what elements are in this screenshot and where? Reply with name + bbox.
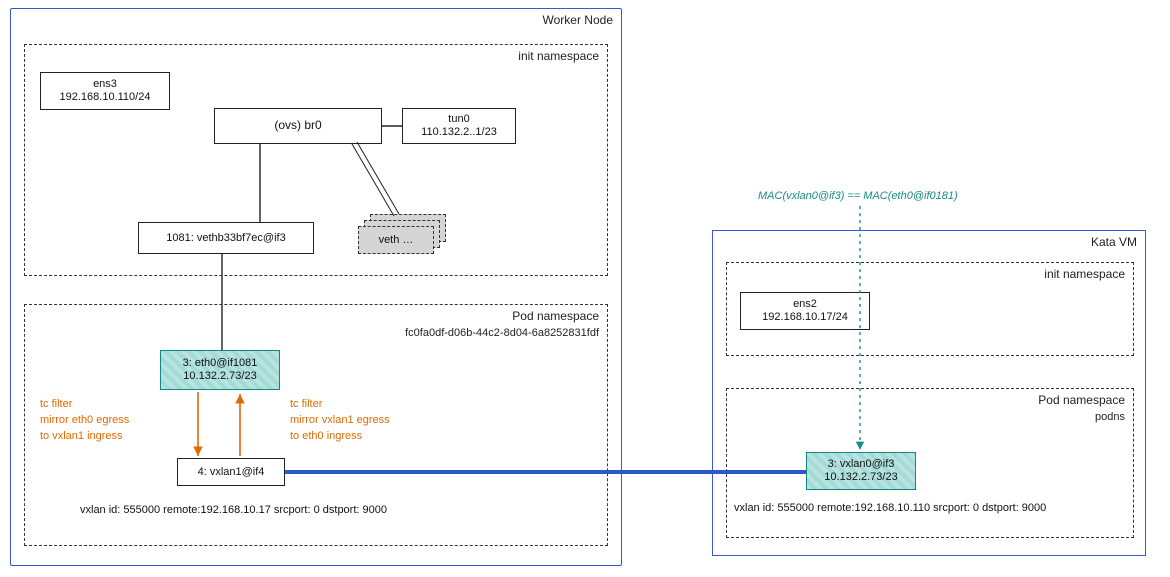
pod-vxlan1: 4: vxlan1@if4 [177, 458, 285, 486]
vethpair-1081-name: 1081: vethb33bf7ec@if3 [166, 232, 285, 245]
tc-left-l3: to vxlan1 ingress [40, 430, 123, 442]
kata-vxlan0-line1: 3: vxlan0@if3 [828, 458, 895, 471]
pod-eth0-line2: 10.132.2.73/23 [183, 370, 256, 383]
pod-eth0: 3: eth0@if1081 10.132.2.73/23 [160, 350, 280, 390]
worker-node-title: Worker Node [543, 13, 613, 27]
pod-eth0-line1: 3: eth0@if1081 [183, 357, 258, 370]
mac-note: MAC(vxlan0@if3) == MAC(eth0@if0181) [758, 190, 958, 202]
ens2-name: ens2 [793, 298, 817, 311]
tun0-ip: 110.132.2..1/23 [421, 126, 497, 139]
pod-vxlan1-name: 4: vxlan1@if4 [198, 466, 265, 479]
tun0-box: tun0 110.132.2..1/23 [402, 108, 516, 144]
tc-right-l1: tc filter [290, 398, 322, 410]
worker-vxlan-details: vxlan id: 555000 remote:192.168.10.17 sr… [80, 504, 387, 516]
ens3-name: ens3 [93, 78, 117, 91]
worker-pod-ns-title: Pod namespace [512, 309, 599, 323]
tc-right-l3: to eth0 ingress [290, 430, 362, 442]
worker-pod-ns-id: fc0fa0df-d06b-44c2-8d04-6a8252831fdf [405, 327, 599, 339]
ens3-ip: 192.168.10.110/24 [60, 91, 151, 104]
tc-left-l1: tc filter [40, 398, 72, 410]
kata-vm-title: Kata VM [1091, 235, 1137, 249]
br0-name: (ovs) br0 [274, 119, 321, 133]
veth-stack-label: veth … [379, 234, 414, 247]
diagram-canvas: Worker Node init namespace ens3 192.168.… [0, 0, 1170, 577]
kata-init-ns-title: init namespace [1044, 267, 1125, 281]
kata-vxlan0-line2: 10.132.2.73/23 [824, 471, 897, 484]
worker-init-ns-title: init namespace [518, 49, 599, 63]
vethpair-1081: 1081: vethb33bf7ec@if3 [138, 222, 314, 254]
kata-vxlan-details: vxlan id: 555000 remote:192.168.10.110 s… [734, 502, 1046, 514]
ens2-ip: 192.168.10.17/24 [762, 311, 848, 324]
ens3-box: ens3 192.168.10.110/24 [40, 72, 170, 110]
kata-vxlan0: 3: vxlan0@if3 10.132.2.73/23 [806, 452, 916, 490]
veth-stack: veth … [358, 226, 434, 254]
kata-pod-ns: Pod namespace podns [726, 388, 1134, 538]
kata-pod-ns-subtitle: podns [1095, 411, 1125, 423]
tc-left-l2: mirror eth0 egress [40, 414, 129, 426]
ens2-box: ens2 192.168.10.17/24 [740, 292, 870, 330]
br0-box: (ovs) br0 [214, 108, 382, 144]
kata-pod-ns-title: Pod namespace [1038, 393, 1125, 407]
tc-right-l2: mirror vxlan1 egress [290, 414, 390, 426]
tun0-name: tun0 [448, 113, 469, 126]
